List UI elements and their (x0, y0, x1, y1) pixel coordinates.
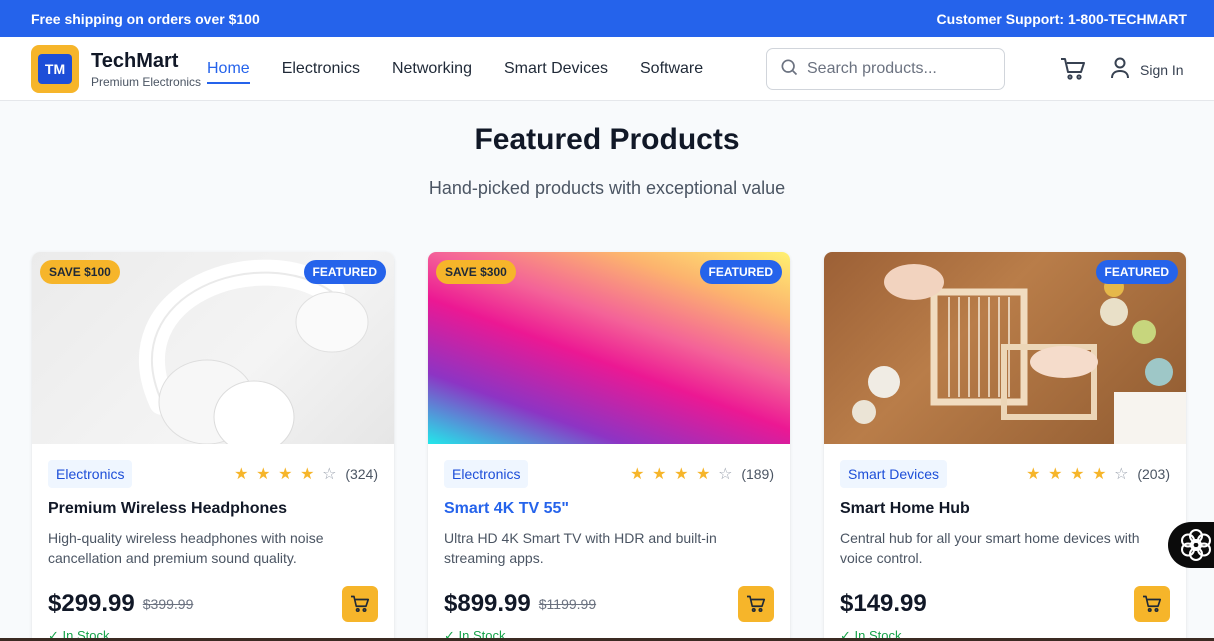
category-tag[interactable]: Electronics (48, 460, 133, 488)
cart-icon (747, 595, 766, 613)
nav-software[interactable]: Software (640, 60, 703, 78)
star-icon: ★ (696, 466, 711, 483)
brand-tagline: Premium Electronics (91, 75, 202, 89)
star-empty-icon: ☆ (718, 466, 733, 483)
product-image[interactable]: FEATURED (824, 252, 1186, 444)
support-contact[interactable]: Customer Support: 1-800-TECHMART (937, 11, 1187, 27)
announcement-bar: Free shipping on orders over $100 Custom… (0, 0, 1214, 37)
product-name[interactable]: Premium Wireless Headphones (48, 500, 378, 518)
star-empty-icon: ☆ (322, 466, 337, 483)
rating: ★ ★ ★ ★ ☆ (324) (231, 464, 378, 484)
product-price: $299.99 (48, 590, 135, 617)
product-price: $899.99 (444, 590, 531, 617)
user-icon (1110, 57, 1130, 82)
star-icon: ★ (674, 466, 689, 483)
logo-initials: TM (38, 54, 72, 84)
featured-badge: FEATURED (303, 260, 386, 284)
star-icon: ★ (1026, 466, 1041, 483)
section-title: Featured Products (474, 123, 740, 156)
assistant-widget[interactable] (1168, 522, 1214, 568)
brand-name: TechMart (91, 50, 179, 72)
rating: ★ ★ ★ ★ ☆ (189) (627, 464, 774, 484)
nav-electronics[interactable]: Electronics (282, 60, 360, 78)
category-tag[interactable]: Electronics (444, 460, 529, 488)
search-box (766, 48, 1005, 90)
featured-badge: FEATURED (1095, 260, 1178, 284)
original-price: $1199.99 (538, 596, 597, 612)
cart-icon (1143, 595, 1162, 613)
review-count: (203) (1137, 466, 1170, 482)
nav-smart-devices[interactable]: Smart Devices (504, 60, 608, 78)
star-icon: ★ (652, 466, 667, 483)
sign-in-label: Sign In (1140, 61, 1184, 78)
cart-icon[interactable] (1060, 57, 1086, 81)
save-badge: SAVE $300 (436, 260, 516, 284)
review-count: (189) (741, 466, 774, 482)
rating: ★ ★ ★ ★ ☆ (203) (1023, 464, 1170, 484)
site-header: TM TechMart Premium Electronics Home Ele… (0, 37, 1214, 101)
brand[interactable]: TechMart Premium Electronics (91, 50, 201, 89)
star-icon: ★ (630, 466, 645, 483)
add-to-cart-button[interactable] (342, 586, 378, 622)
shipping-notice: Free shipping on orders over $100 (31, 10, 260, 27)
logo[interactable]: TM (31, 45, 79, 93)
review-count: (324) (345, 466, 378, 482)
save-badge: SAVE $100 (40, 260, 120, 284)
product-card[interactable]: SAVE $300 FEATURED Electronics ★ ★ ★ ★ ☆… (428, 252, 790, 641)
product-description: Ultra HD 4K Smart TV with HDR and built-… (444, 530, 717, 566)
star-icon: ★ (256, 466, 271, 483)
search-input[interactable] (807, 60, 997, 78)
assistant-flower-icon (1181, 529, 1211, 561)
section-subtitle: Hand-picked products with exceptional va… (428, 178, 786, 198)
product-description: Central hub for all your smart home devi… (840, 530, 1140, 566)
nav-networking[interactable]: Networking (392, 60, 472, 78)
star-icon: ★ (1070, 466, 1085, 483)
product-info: Electronics ★ ★ ★ ★ ☆ (324) Premium Wire… (32, 444, 394, 641)
product-name[interactable]: Smart Home Hub (840, 500, 1170, 518)
star-icon: ★ (1048, 466, 1063, 483)
star-empty-icon: ☆ (1114, 466, 1129, 483)
product-info: Smart Devices ★ ★ ★ ★ ☆ (203) Smart Home… (824, 444, 1186, 641)
sign-in-button[interactable]: Sign In (1110, 57, 1184, 82)
product-name[interactable]: Smart 4K TV 55" (444, 500, 774, 518)
nav-home[interactable]: Home (207, 60, 250, 84)
product-info: Electronics ★ ★ ★ ★ ☆ (189) Smart 4K TV … (428, 444, 790, 641)
featured-badge: FEATURED (699, 260, 782, 284)
star-icon: ★ (1092, 466, 1107, 483)
star-icon: ★ (300, 466, 315, 483)
product-card[interactable]: FEATURED Smart Devices ★ ★ ★ ★ ☆ (203) S… (824, 252, 1186, 641)
add-to-cart-button[interactable] (738, 586, 774, 622)
product-image[interactable]: SAVE $300 FEATURED (428, 252, 790, 444)
search-icon (779, 57, 799, 82)
star-icon: ★ (234, 466, 249, 483)
add-to-cart-button[interactable] (1134, 586, 1170, 622)
original-price: $399.99 (142, 596, 194, 612)
product-description: High-quality wireless headphones with no… (48, 530, 324, 566)
cart-icon (351, 595, 370, 613)
category-tag[interactable]: Smart Devices (840, 460, 948, 488)
product-price: $149.99 (840, 590, 927, 617)
star-icon: ★ (278, 466, 293, 483)
product-card[interactable]: SAVE $100 FEATURED Electronics ★ ★ ★ ★ ☆… (32, 252, 394, 641)
product-image[interactable]: SAVE $100 FEATURED (32, 252, 394, 444)
main-nav: Home Electronics Networking Smart Device… (207, 37, 703, 101)
